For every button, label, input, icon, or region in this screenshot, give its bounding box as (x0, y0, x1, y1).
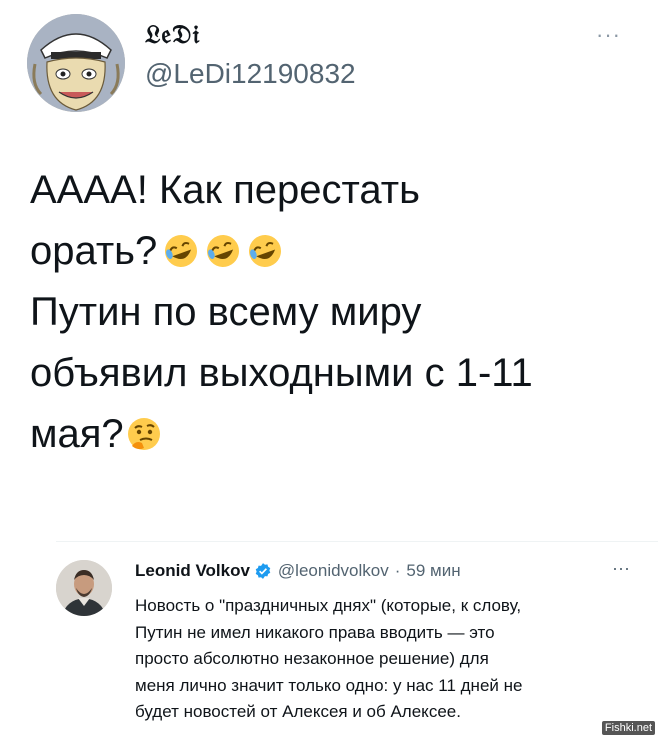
tweet-line-4: объявил выходными с 1-11 (30, 351, 533, 395)
tweet-line-5: мая? (30, 404, 640, 465)
quote-author-handle[interactable]: @leonidvolkov (278, 561, 389, 581)
quote-divider (56, 541, 658, 542)
tweet-line-3: Путин по всему миру (30, 290, 422, 334)
verified-badge-icon (254, 562, 272, 580)
quote-line-2: Путин не имел никакого права вводить — э… (135, 622, 495, 642)
rofl-emoji-icon (247, 233, 283, 269)
quote-line-5: будет новостей от Алексея и об Алексее. (135, 702, 461, 721)
author-display-name[interactable]: 𝔏𝔢𝔇𝔦 (145, 20, 200, 51)
thinking-emoji-icon (126, 416, 162, 452)
author-avatar[interactable] (27, 14, 125, 112)
quote-line-1: Новость о "праздничных днях" (которые, к… (135, 596, 522, 615)
rofl-emoji-icon (163, 233, 199, 269)
tweet-body: АААА! Как перестать орать? Путин по всем… (30, 160, 640, 465)
person-photo-avatar-icon (56, 560, 112, 616)
quote-header: Leonid Volkov @leonidvolkov · 59 мин (135, 561, 461, 581)
cartoon-captain-avatar-icon (27, 14, 125, 112)
rofl-emoji-icon (205, 233, 241, 269)
quote-timestamp[interactable]: 59 мин (406, 561, 460, 581)
tweet-line-5-text: мая? (30, 412, 124, 456)
quote-author-avatar[interactable] (56, 560, 112, 616)
author-handle[interactable]: @LeDi12190832 (145, 58, 356, 90)
tweet-line-2: орать? (30, 221, 640, 282)
quote-line-3: просто абсолютно незаконное решение) для (135, 649, 489, 668)
tweet-line-1: АААА! Как перестать (30, 168, 420, 212)
quote-body: Новость о "праздничных днях" (которые, к… (135, 593, 655, 726)
quote-more-options-button[interactable]: ··· (612, 558, 630, 579)
more-options-button[interactable]: ··· (596, 22, 621, 48)
separator-dot: · (394, 561, 401, 580)
quote-author-name[interactable]: Leonid Volkov (135, 561, 250, 581)
watermark: Fishki.net (601, 721, 655, 735)
quote-line-4: меня лично значит только одно: у нас 11 … (135, 675, 523, 695)
tweet-line-2-text: орать? (30, 229, 158, 273)
